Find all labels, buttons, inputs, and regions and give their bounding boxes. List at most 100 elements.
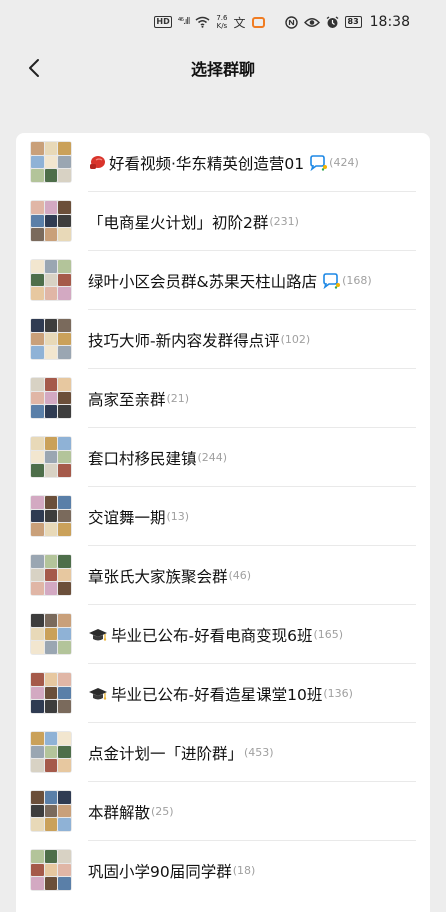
group-avatar-tile [31,378,44,391]
group-list-item[interactable]: 「电商星火计划」初阶2群 (231) [16,192,430,251]
group-text: 巩固小学90届同学群 (18) [88,841,255,900]
group-avatar-tile [31,850,44,863]
group-avatar-tile [31,818,44,831]
group-avatar-tile [31,391,44,405]
group-list-item[interactable]: 套口村移民建镇 (244) [16,428,430,487]
member-count: (13) [166,510,190,523]
group-avatar-tile [31,641,44,654]
group-avatar-tile [44,614,58,627]
group-avatar-tile [44,273,58,287]
group-avatar-tile [31,700,44,713]
graduation-cap-icon [88,686,108,702]
chat-bubble-icon [321,272,341,289]
group-name: 绿叶小区会员群&苏果天柱山路店 [88,272,318,291]
group-avatar [30,731,72,773]
member-count: (102) [280,333,311,346]
group-avatar-tile [58,641,71,654]
status-bar: HD ⁴⁶.ıll 7.6 K/s 文 83 18:38 [0,0,446,44]
group-avatar-tile [44,437,58,450]
group-avatar [30,849,72,891]
group-name: 本群解散 [88,803,151,822]
chat-bubble-icon [308,154,328,171]
group-avatar-tile [44,877,58,890]
group-avatar-tile [31,155,44,169]
group-text: 高家至亲群 (21) [88,369,189,428]
group-text: 章张氏大家族聚会群 (46) [88,546,251,605]
group-avatar-tile [31,346,44,359]
group-list-item[interactable]: 毕业已公布-好看造星课堂10班 (136) [16,664,430,723]
group-avatar-tile [44,450,58,464]
member-count: (21) [166,392,190,405]
group-list-item[interactable]: 毕业已公布-好看电商变现6班 (165) [16,605,430,664]
group-avatar-tile [31,437,44,450]
status-time: 18:38 [369,14,410,30]
group-avatar-tile [44,346,58,359]
group-list-item[interactable]: 章张氏大家族聚会群 (46) [16,546,430,605]
group-avatar-tile [44,228,58,241]
group-avatar-tile [44,319,58,332]
group-name: 毕业已公布-好看电商变现6班 [111,626,313,645]
battery-icon: 83 [344,16,362,28]
group-avatar-tile [44,260,58,273]
boxing-glove-icon [88,155,106,171]
group-avatar-tile [58,568,71,582]
group-avatar-tile [44,155,58,169]
group-list-item[interactable]: 点金计划一「进阶群」 (453) [16,723,430,782]
group-text: 好看视频·华东精英创造营01 (424) [88,133,359,192]
group-avatar-tile [44,863,58,877]
group-avatar-tile [31,405,44,418]
group-avatar-tile [44,378,58,391]
group-list-item[interactable]: 交谊舞一期 (13) [16,487,430,546]
group-avatar-tile [31,450,44,464]
group-avatar-tile [58,273,71,287]
group-avatar-tile [31,582,44,595]
group-name: 套口村移民建镇 [88,449,197,468]
group-avatar [30,318,72,360]
nfc-icon [284,15,298,29]
group-list: 好看视频·华东精英创造营01 (424) 「电商星火计划」初阶2群 (231) 绿叶小区… [16,133,430,912]
group-avatar-tile [44,745,58,759]
member-count: (244) [197,451,228,464]
group-avatar-tile [58,378,71,391]
group-avatar-tile [31,228,44,241]
group-avatar-tile [58,850,71,863]
group-avatar [30,141,72,183]
group-avatar-tile [44,169,58,182]
hd-icon: HD [154,16,172,28]
group-avatar-tile [44,791,58,804]
group-avatar-tile [31,287,44,300]
group-avatar-tile [44,641,58,654]
group-avatar-tile [44,405,58,418]
group-avatar-tile [58,759,71,772]
group-list-item[interactable]: 本群解散 (25) [16,782,430,841]
group-avatar-tile [58,627,71,641]
group-avatar-tile [44,582,58,595]
group-avatar-tile [58,155,71,169]
group-avatar-tile [58,863,71,877]
group-list-item[interactable]: 巩固小学90届同学群 (18) [16,841,430,900]
group-avatar-tile [31,555,44,568]
group-list-item[interactable]: 好看视频·华东精英创造营01 (424) [16,133,430,192]
group-list-item[interactable]: 技巧大师-新内容发群得点评 (102) [16,310,430,369]
group-name: 毕业已公布-好看造星课堂10班 [111,685,323,704]
group-avatar-tile [31,273,44,287]
group-avatar-tile [31,169,44,182]
group-avatar [30,377,72,419]
group-avatar-tile [58,745,71,759]
group-avatar-tile [44,732,58,745]
member-count: (18) [232,864,256,877]
group-avatar-tile [58,287,71,300]
group-avatar [30,613,72,655]
member-count: (25) [151,805,174,818]
network-speed-unit: K/s [216,22,228,30]
group-list-item[interactable]: 高家至亲群 (21) [16,369,430,428]
group-list-item[interactable]: 绿叶小区会员群&苏果天柱山路店 (168) [16,251,430,310]
group-avatar [30,554,72,596]
group-avatar-tile [31,759,44,772]
wifi-icon [195,16,210,28]
group-avatar-tile [44,142,58,155]
group-name: 好看视频·华东精英创造营01 [109,154,305,173]
group-avatar-tile [31,863,44,877]
translate-icon: 文 [233,15,246,30]
group-name: 技巧大师-新内容发群得点评 [88,331,280,350]
